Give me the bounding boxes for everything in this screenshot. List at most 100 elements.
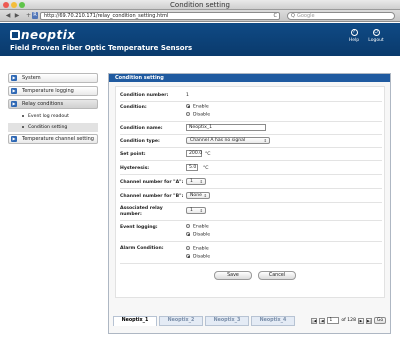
logo-mark-icon (10, 30, 20, 40)
select-caret-icon: ⇕ (199, 208, 203, 213)
window-titlebar: Condition setting (0, 0, 400, 10)
radio-on-icon[interactable] (186, 104, 190, 108)
address-bar[interactable]: http://69.70.210.171/relay_condition_set… (40, 12, 280, 20)
search-placeholder: Google (297, 13, 315, 19)
sidebar-item-system[interactable]: ▶ System (8, 73, 98, 83)
save-button[interactable]: Save (214, 271, 252, 280)
channel-a-label: Channel number for "A": (120, 180, 184, 185)
window-title: Condition setting (170, 1, 230, 9)
select-caret-icon: ⇕ (263, 138, 267, 143)
logout-button[interactable]: ⏻ Logout (368, 29, 384, 43)
help-icon: ? (350, 29, 358, 36)
reload-icon[interactable]: C (274, 13, 278, 20)
condition-disable-option[interactable]: Disable (186, 112, 210, 118)
tab-neoptix-4[interactable]: Neoptix_4 (251, 316, 295, 326)
add-bookmark-icon[interactable]: + (25, 12, 32, 19)
option-label: Disable (193, 232, 211, 238)
hysteresis-input[interactable]: 5.0 (186, 164, 198, 171)
search-field[interactable]: Q Google (287, 12, 395, 20)
set-point-label: Set point: (120, 152, 146, 157)
alarm-condition-label: Alarm Condition: (120, 246, 164, 251)
select-value: Channel A has no signal (190, 138, 246, 143)
panel-title: Condition setting (109, 74, 390, 82)
hysteresis-label: Hysteresis: (120, 166, 150, 171)
tagline-bold: Fiber Optic Temperature Sensors (61, 44, 193, 52)
sidebar-subitem-event-log-readout[interactable]: Event log readout (8, 112, 98, 121)
tab-neoptix-3[interactable]: Neoptix_3 (205, 316, 249, 326)
radio-on-icon[interactable] (186, 254, 190, 258)
arrow-right-icon: ▶ (11, 136, 17, 142)
option-label: Enable (193, 104, 209, 110)
channel-a-select[interactable]: 1 ⇕ (186, 178, 206, 185)
alarm-enable-option[interactable]: Enable (186, 246, 209, 252)
channel-b-select[interactable]: None ⇕ (186, 192, 210, 199)
cancel-button[interactable]: Cancel (258, 271, 296, 280)
associated-relay-label: Associated relay (120, 206, 163, 211)
condition-panel: Condition setting Condition number: 1 Co… (108, 73, 391, 334)
option-label: Disable (193, 112, 211, 118)
condition-number-value: 1 (186, 93, 189, 98)
event-logging-enable-option[interactable]: Enable (186, 224, 209, 230)
event-logging-label: Event logging: (120, 225, 158, 230)
first-page-icon[interactable]: |◀ (311, 317, 318, 324)
tab-neoptix-1[interactable]: Neoptix_1 (113, 316, 157, 326)
browser-toolbar: ◀ ▶ + R http://69.70.210.171/relay_condi… (0, 10, 400, 22)
forward-icon[interactable]: ▶ (13, 12, 21, 19)
help-button[interactable]: ? Help (346, 29, 362, 43)
back-icon[interactable]: ◀ (4, 12, 12, 19)
sidebar-item-label: System (22, 75, 41, 81)
option-label: Enable (193, 246, 209, 252)
condition-name-input[interactable]: Neoptix_1 (186, 124, 266, 131)
set-point-input[interactable]: 200.0 (186, 150, 202, 157)
last-page-icon[interactable]: ▶| (366, 317, 372, 324)
bullet-icon (22, 115, 24, 117)
neoptix-logo[interactable]: neoptix (10, 28, 76, 42)
select-value: 1 (190, 179, 193, 184)
condition-type-select[interactable]: Channel A has no signal ⇕ (186, 137, 270, 144)
condition-type-label: Condition type: (120, 139, 160, 144)
tab-neoptix-2[interactable]: Neoptix_2 (159, 316, 203, 326)
option-label: Disable (193, 254, 211, 260)
sidebar-item-temperature-logging[interactable]: ▶ Temperature logging (8, 86, 98, 96)
condition-number-label: Condition number: (120, 93, 169, 98)
rss-icon[interactable]: R (32, 12, 38, 19)
condition-name-label: Condition name: (120, 126, 163, 131)
relay-number-select[interactable]: 1 ⇕ (186, 207, 206, 214)
condition-tabs: Neoptix_1 Neoptix_2 Neoptix_3 Neoptix_4 (109, 316, 319, 326)
sidebar-item-temperature-channel-setting[interactable]: ▶ Temperature channel setting (8, 134, 98, 144)
next-page-icon[interactable]: ▶ (358, 317, 364, 324)
sidebar: ▶ System ▶ Temperature logging ▶ Relay c… (8, 73, 98, 147)
tagline: Field Proven Fiber Optic Temperature Sen… (10, 44, 192, 52)
condition-enable-option[interactable]: Enable (186, 104, 209, 110)
sidebar-subitem-condition-setting[interactable]: Condition setting (8, 123, 98, 132)
hysteresis-unit: °C (203, 166, 209, 171)
site-header: neoptix Field Proven Fiber Optic Tempera… (0, 23, 400, 56)
condition-label: Condition: (120, 105, 147, 110)
select-value: None (190, 193, 202, 198)
sidebar-subitem-label: Condition setting (28, 125, 68, 130)
sidebar-item-relay-conditions[interactable]: ▶ Relay conditions (8, 99, 98, 109)
tagline-plain: Field Proven (10, 44, 62, 52)
page-number-input[interactable]: 1 (327, 317, 340, 324)
radio-off-icon[interactable] (186, 246, 190, 250)
event-logging-disable-option[interactable]: Disable (186, 232, 210, 238)
alarm-disable-option[interactable]: Disable (186, 254, 210, 260)
radio-off-icon[interactable] (186, 112, 190, 116)
select-caret-icon: ⇕ (199, 179, 203, 184)
help-label: Help (348, 38, 360, 43)
prev-page-icon[interactable]: ◀ (319, 317, 326, 324)
pager: |◀ ◀ 1 of 128 ▶ ▶| Go (311, 316, 386, 325)
radio-off-icon[interactable] (186, 224, 190, 228)
search-icon: Q (291, 13, 295, 19)
bullet-icon (22, 126, 24, 128)
logo-text: neoptix (21, 28, 76, 42)
sidebar-item-label: Temperature logging (22, 88, 74, 94)
radio-on-icon[interactable] (186, 232, 190, 236)
page-body: ▶ System ▶ Temperature logging ▶ Relay c… (0, 56, 400, 338)
select-value: 1 (190, 208, 193, 213)
go-button[interactable]: Go (374, 317, 386, 324)
page-count: of 128 (341, 318, 356, 323)
set-point-unit: °C (205, 152, 211, 157)
url-text: http://69.70.210.171/relay_condition_set… (44, 13, 169, 19)
arrow-right-icon: ▶ (11, 75, 17, 81)
